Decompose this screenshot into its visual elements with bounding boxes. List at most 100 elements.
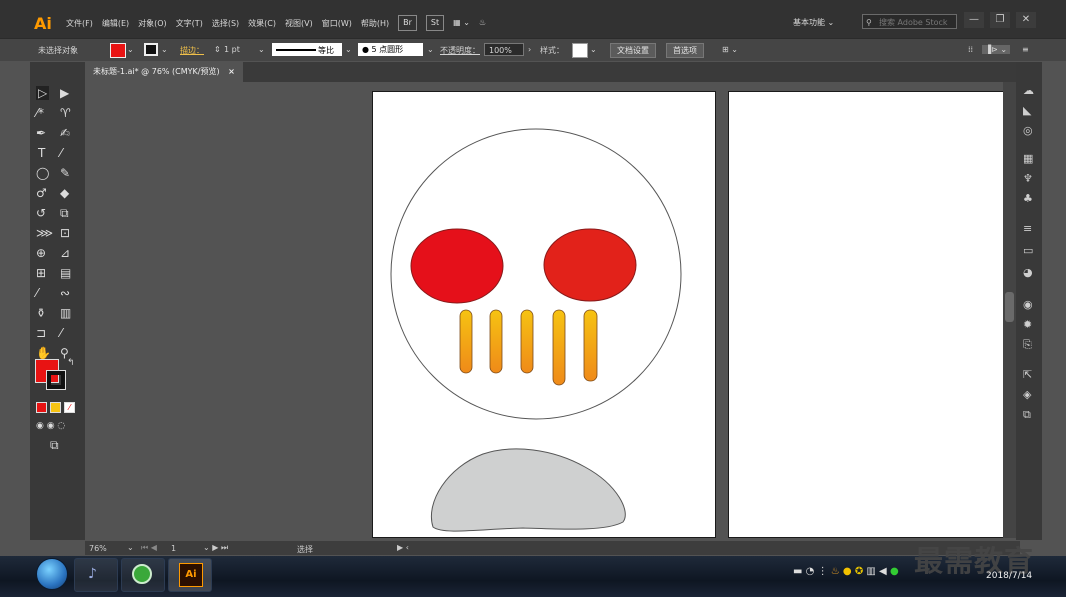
preferences-button[interactable]: 首选项 — [666, 43, 704, 58]
opacity-label[interactable]: 不透明度： — [440, 45, 480, 56]
none-mode-icon[interactable]: ⁄ — [64, 402, 75, 413]
artboard-number[interactable]: 1 — [171, 544, 176, 553]
close-icon[interactable]: ✕ — [1016, 12, 1036, 28]
right-eye[interactable] — [543, 228, 637, 302]
graphic-style-swatch[interactable] — [572, 43, 588, 58]
document-setup-button[interactable]: 文档设置 — [610, 43, 656, 58]
taskbar-browser[interactable] — [121, 558, 165, 592]
arrange-icon[interactable]: ▐⊳ ⌄ — [982, 45, 1011, 54]
chevron-down-icon[interactable]: ⌄ — [590, 45, 597, 54]
system-tray[interactable]: ▬ ◔ ⋮ ♨ ● ✪ ▥ ◀ ● — [793, 566, 899, 577]
brush-definition[interactable]: ● 5 点圆形 — [358, 43, 423, 56]
eyedropper-icon[interactable]: ⁄ — [36, 286, 38, 300]
first-artboard-icon[interactable]: ⏮ ◀ — [141, 543, 157, 553]
arrange-documents-icon[interactable]: ▦ ⌄ — [453, 18, 470, 31]
chevron-down-icon[interactable]: ⌄ — [427, 45, 434, 54]
chevron-down-icon[interactable]: ⌄ — [258, 45, 265, 54]
artboard-tool-icon[interactable]: ⊐ — [36, 326, 46, 340]
tooth-bar-5[interactable] — [583, 309, 598, 382]
menu-edit[interactable]: 编辑(E) — [102, 18, 129, 31]
bridge-button[interactable]: Br — [398, 15, 417, 31]
tray-security-icon[interactable]: ● — [843, 566, 852, 577]
start-button-icon[interactable] — [36, 558, 68, 590]
layers-icon[interactable]: ◈ — [1023, 388, 1031, 401]
help-tray-icon[interactable]: ◔ — [806, 566, 815, 577]
keyboard-icon[interactable]: ▬ — [793, 566, 802, 577]
chevron-down-icon[interactable]: ⌄ — [127, 45, 134, 54]
transparency-icon[interactable]: ◕ — [1023, 266, 1033, 279]
layers-export-icon[interactable]: ⎘ — [1023, 338, 1032, 352]
libraries-icon[interactable]: ☁ — [1023, 84, 1034, 97]
restore-icon[interactable]: ❐ — [990, 12, 1010, 28]
menu-type[interactable]: 文字(T) — [176, 18, 203, 31]
perspective-grid-icon[interactable]: ⊿ — [60, 246, 70, 260]
stock-button[interactable]: St — [425, 15, 445, 31]
close-tab-icon[interactable]: × — [228, 67, 235, 76]
scroll-thumb[interactable] — [1005, 292, 1014, 322]
menu-icon[interactable]: ≡ — [1022, 45, 1029, 54]
chevron-down-icon[interactable]: ⌄ — [127, 543, 134, 552]
volume-icon[interactable]: ◀ — [879, 566, 887, 577]
screen-mode-icon[interactable]: ⧉ — [50, 438, 59, 452]
variable-width-profile[interactable]: 等比 — [272, 43, 342, 56]
selection-tool-icon[interactable]: ▷ — [36, 86, 50, 100]
stroke-label[interactable]: 描边： — [180, 45, 204, 56]
gradient-mode-icon[interactable] — [50, 402, 61, 413]
menu-select[interactable]: 选择(S) — [212, 18, 239, 31]
network-icon[interactable]: ▥ — [866, 566, 875, 577]
menu-window[interactable]: 窗口(W) — [322, 18, 352, 31]
free-transform-icon[interactable]: ⊡ — [60, 226, 70, 240]
panel-options-icon[interactable]: ⁞⁞ — [968, 45, 973, 54]
status-menu-icon[interactable]: ▶ ‹ — [397, 543, 409, 552]
export-icon[interactable]: ⇱ — [1023, 368, 1032, 381]
swap-colors-icon[interactable]: ↰ — [67, 356, 75, 370]
color-guide-icon[interactable]: ◎ — [1023, 124, 1033, 137]
blend-tool-icon[interactable]: ∾ — [60, 286, 70, 300]
menu-view[interactable]: 视图(V) — [285, 18, 313, 31]
gradient-panel-icon[interactable]: ▭ — [1023, 244, 1033, 257]
left-eye[interactable] — [410, 228, 504, 304]
color-mode-icon[interactable] — [36, 402, 47, 413]
fill-color-swatch[interactable] — [110, 43, 126, 58]
stroke-swatch[interactable] — [46, 370, 66, 390]
chevron-down-icon[interactable]: ⌄ — [345, 45, 352, 54]
line-tool-icon[interactable]: ⁄ — [60, 146, 62, 160]
stroke-color-swatch[interactable] — [144, 43, 158, 56]
hand-tool-icon[interactable]: ✋ — [36, 346, 51, 360]
mesh-tool-icon[interactable]: ⊞ — [36, 266, 46, 280]
tooth-bar-4[interactable] — [552, 309, 566, 386]
menu-help[interactable]: 帮助(H) — [361, 18, 389, 31]
tray-app-icon[interactable]: ♨ — [831, 566, 840, 577]
slice-tool-icon[interactable]: ⁄ — [60, 326, 62, 340]
ellipse-tool-icon[interactable]: ◯ — [36, 166, 49, 180]
vertical-scrollbar[interactable] — [1003, 82, 1016, 538]
opacity-field[interactable]: 100% — [484, 43, 524, 56]
chevron-right-icon[interactable]: › — [528, 45, 531, 54]
symbols-icon[interactable]: ♣ — [1023, 192, 1033, 205]
tooth-bar-2[interactable] — [489, 309, 503, 374]
tray-update-icon[interactable]: ✪ — [855, 566, 863, 577]
workspace-switcher[interactable]: 基本功能 ⌄ — [793, 17, 834, 28]
width-tool-icon[interactable]: ⋙ — [36, 226, 53, 240]
document-tab[interactable]: 未标题-1.ai* @ 76% (CMYK/预览) × — [85, 62, 243, 82]
appearance-icon[interactable]: ◉ — [1023, 298, 1033, 311]
artboards-icon[interactable]: ⧉ — [1023, 408, 1031, 422]
rotate-tool-icon[interactable]: ↺ — [36, 206, 46, 220]
menu-file[interactable]: 文件(F) — [66, 18, 93, 31]
stroke-stepper-icon[interactable]: ⇕ — [214, 45, 221, 54]
curvature-tool-icon[interactable]: ✍ — [60, 126, 70, 140]
shaper-tool-icon[interactable]: ♂ — [36, 186, 47, 200]
scale-tool-icon[interactable]: ⧉ — [60, 206, 69, 220]
menu-effect[interactable]: 效果(C) — [248, 18, 276, 31]
graphic-styles-icon[interactable]: ✹ — [1023, 318, 1032, 331]
menu-object[interactable]: 对象(O) — [138, 18, 167, 31]
artboard-1[interactable] — [372, 91, 716, 538]
swatches-icon[interactable]: ▦ — [1023, 152, 1033, 165]
magic-wand-icon[interactable]: ⁄* — [36, 106, 44, 120]
tooth-bar-3[interactable] — [520, 309, 534, 374]
paintbrush-icon[interactable]: ✎ — [60, 166, 70, 180]
graph-tool-icon[interactable]: ▥ — [60, 306, 71, 320]
align-icon[interactable]: ⊞ ⌄ — [722, 45, 738, 54]
symbol-sprayer-icon[interactable]: ⚱ — [36, 306, 46, 320]
draw-mode-icon[interactable]: ◉ ◉ ◌ — [36, 419, 65, 433]
